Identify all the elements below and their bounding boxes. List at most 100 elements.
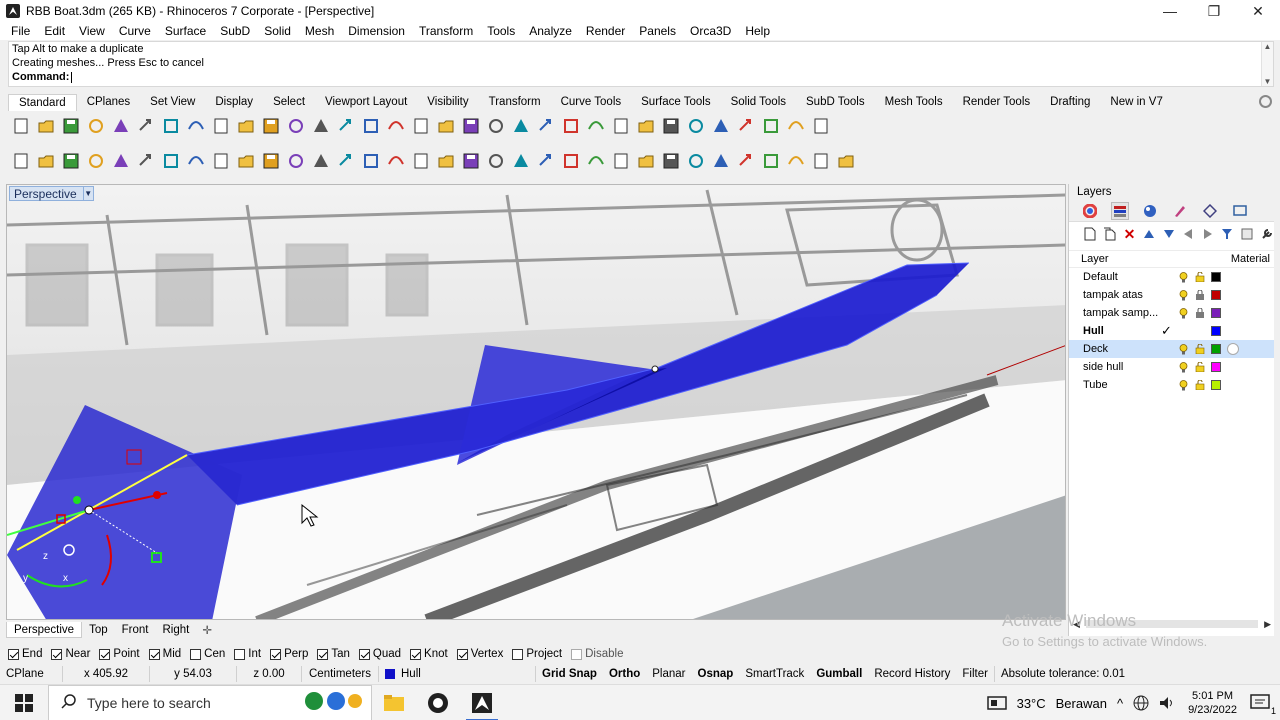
rhino-icon[interactable] — [460, 685, 504, 720]
layer-color-swatch[interactable] — [1211, 326, 1221, 336]
network-globe-icon[interactable] — [1128, 695, 1154, 711]
taskbar-search-box[interactable]: Type here to search — [48, 684, 372, 720]
command-prompt-row[interactable]: Command: — [9, 70, 1273, 84]
osnap-checkbox[interactable] — [512, 648, 524, 660]
arc-icon[interactable] — [160, 150, 182, 172]
analyze-icon[interactable] — [635, 150, 657, 172]
perspective-viewport[interactable]: z y x Perspective ▼ — [6, 184, 1066, 620]
viewport-tab-front[interactable]: Front — [115, 622, 156, 638]
layer-row[interactable]: Default — [1069, 268, 1274, 286]
menu-tools[interactable]: Tools — [480, 24, 522, 38]
osnap-project[interactable]: Project — [512, 648, 562, 660]
status-toggle-gumball[interactable]: Gumball — [810, 665, 868, 683]
layer-row[interactable]: Tube — [1069, 376, 1274, 394]
osnap-checkbox[interactable] — [410, 648, 422, 660]
toolbar-options-gear-icon[interactable] — [1259, 95, 1272, 108]
move-up-icon[interactable] — [1142, 226, 1157, 242]
cplane-grid-icon[interactable] — [660, 150, 682, 172]
osnap-cen[interactable]: Cen — [190, 648, 225, 660]
grid-icon[interactable] — [710, 150, 732, 172]
weather-temperature[interactable]: 33°C — [1012, 696, 1051, 711]
visibility-bulb-icon[interactable] — [1179, 271, 1188, 283]
layer-color-swatch[interactable] — [1211, 290, 1221, 300]
undo-icon[interactable] — [210, 115, 232, 137]
status-toggle-record-history[interactable]: Record History — [868, 665, 956, 683]
viewport-tab-perspective[interactable]: Perspective — [6, 622, 83, 638]
volume-icon[interactable] — [1154, 695, 1180, 711]
weather-icon[interactable] — [982, 695, 1012, 711]
light-bulb-icon[interactable] — [510, 115, 532, 137]
toolbar-tab-curve-tools[interactable]: Curve Tools — [551, 94, 632, 111]
visibility-bulb-icon[interactable] — [1179, 307, 1188, 319]
osnap-mid[interactable]: Mid — [148, 648, 181, 660]
car-icon[interactable] — [435, 115, 457, 137]
status-toggle-grid-snap[interactable]: Grid Snap — [536, 665, 603, 683]
new-icon[interactable] — [10, 115, 32, 137]
toolbar-tab-transform[interactable]: Transform — [479, 94, 551, 111]
check-icon[interactable] — [785, 150, 807, 172]
unlocked-icon[interactable] — [1195, 379, 1205, 391]
toolbar-tab-drafting[interactable]: Drafting — [1040, 94, 1100, 111]
menu-mesh[interactable]: Mesh — [298, 24, 341, 38]
materials-panel-tab-icon[interactable] — [1171, 202, 1189, 220]
scroll-right-icon[interactable]: ▶ — [1264, 619, 1271, 630]
osnap-checkbox[interactable] — [234, 648, 246, 660]
osnap-checkbox[interactable] — [148, 648, 160, 660]
layer-color-swatch[interactable] — [1211, 362, 1221, 372]
start-button[interactable] — [0, 685, 48, 720]
save-icon[interactable] — [60, 115, 82, 137]
scroll-down-icon[interactable]: ▼ — [1264, 77, 1272, 86]
command-scrollbar[interactable]: ▲ ▼ — [1261, 42, 1273, 86]
layer-color-swatch[interactable] — [1211, 380, 1221, 390]
zoom-selected-icon[interactable] — [360, 115, 382, 137]
osnap-checkbox[interactable] — [8, 648, 19, 660]
layer-stack-icon[interactable] — [560, 115, 582, 137]
cplane-icon[interactable] — [460, 115, 482, 137]
menu-orca3d[interactable]: Orca3D — [683, 24, 738, 38]
layer-name[interactable]: tampak atas — [1083, 289, 1167, 301]
paint-icon[interactable] — [835, 150, 857, 172]
curve-icon[interactable] — [85, 150, 107, 172]
toolbar-tab-mesh-tools[interactable]: Mesh Tools — [875, 94, 953, 111]
scale-icon[interactable] — [585, 150, 607, 172]
toolbar-tab-select[interactable]: Select — [263, 94, 315, 111]
layer-color-swatch[interactable] — [1211, 308, 1221, 318]
status-toggle-osnap[interactable]: Osnap — [692, 665, 740, 683]
open-icon[interactable] — [35, 115, 57, 137]
osnap-checkbox[interactable] — [99, 648, 111, 660]
osnap-end[interactable]: End — [8, 648, 42, 660]
polyline-icon[interactable] — [60, 150, 82, 172]
osnap-quad[interactable]: Quad — [358, 648, 401, 660]
status-toggle-filter[interactable]: Filter — [956, 665, 994, 683]
layer-row[interactable]: side hull — [1069, 358, 1274, 376]
target-icon[interactable] — [485, 115, 507, 137]
four-viewports-icon[interactable] — [410, 115, 432, 137]
text-icon[interactable] — [560, 150, 582, 172]
cylinder-icon[interactable] — [360, 150, 382, 172]
unlocked-icon[interactable] — [1195, 361, 1205, 373]
osnap-point[interactable]: Point — [99, 648, 140, 660]
display-panel-tab-icon[interactable] — [1231, 202, 1249, 220]
menu-surface[interactable]: Surface — [158, 24, 213, 38]
gear-settings-icon[interactable] — [735, 115, 757, 137]
osnap-tan[interactable]: Tan — [317, 648, 350, 660]
group-icon[interactable] — [485, 150, 507, 172]
color-wheel-icon[interactable] — [585, 115, 607, 137]
array-icon[interactable] — [510, 150, 532, 172]
help-icon[interactable] — [810, 115, 832, 137]
import-icon[interactable] — [110, 115, 132, 137]
filter-icon[interactable] — [1220, 226, 1235, 242]
command-input-caret[interactable] — [71, 71, 73, 83]
render-panel-tab-icon[interactable] — [1141, 202, 1159, 220]
current-layer-indicator[interactable]: Hull — [379, 665, 535, 683]
toolbar-tab-visibility[interactable]: Visibility — [417, 94, 478, 111]
rotate-view-icon[interactable] — [385, 115, 407, 137]
point-icon[interactable] — [35, 150, 57, 172]
toolbar-tab-new-in-v7[interactable]: New in V7 — [1100, 94, 1172, 111]
circle-icon[interactable] — [110, 150, 132, 172]
toolbar-tab-render-tools[interactable]: Render Tools — [953, 94, 1041, 111]
osnap-disable[interactable]: Disable — [571, 648, 623, 660]
mesh-icon[interactable] — [385, 150, 407, 172]
osnap-perp[interactable]: Perp — [270, 648, 308, 660]
toolbar-tab-solid-tools[interactable]: Solid Tools — [721, 94, 796, 111]
